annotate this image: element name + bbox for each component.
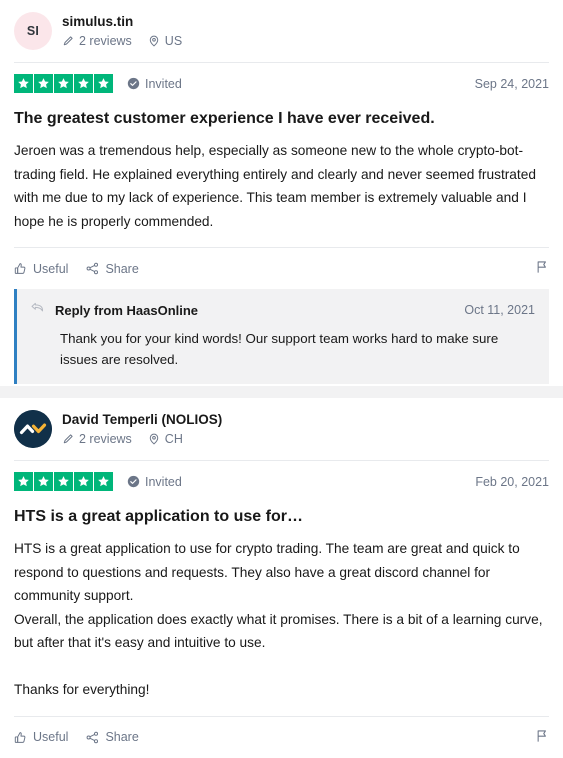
rating-row: Invited Sep 24, 2021 bbox=[14, 62, 549, 95]
useful-label: Useful bbox=[33, 261, 69, 276]
reviews-count-label: 2 reviews bbox=[79, 34, 132, 48]
review-card: SI simulus.tin 2 reviews US Invited Sep … bbox=[0, 0, 563, 384]
review-text: Jeroen was a tremendous help, especially… bbox=[14, 143, 536, 229]
pencil-icon bbox=[62, 35, 79, 47]
review-date: Feb 20, 2021 bbox=[475, 474, 549, 489]
avatar: SI bbox=[14, 12, 52, 50]
consumer-info: David Temperli (NOLIOS) 2 reviews CH bbox=[62, 411, 222, 447]
verification-badge: Invited bbox=[127, 475, 182, 489]
star-filled bbox=[14, 74, 33, 93]
reviews-count: 2 reviews bbox=[62, 33, 132, 49]
useful-button[interactable]: Useful bbox=[14, 730, 68, 744]
reply-header: Reply from HaasOnline Oct 11, 2021 bbox=[31, 301, 535, 319]
share-button[interactable]: Share bbox=[86, 730, 139, 744]
star-filled bbox=[14, 472, 33, 491]
review-card: David Temperli (NOLIOS) 2 reviews CH Inv… bbox=[0, 398, 563, 758]
star-rating bbox=[14, 74, 113, 93]
star-filled bbox=[34, 472, 53, 491]
star-filled bbox=[34, 74, 53, 93]
verified-check-icon bbox=[127, 77, 145, 90]
star-filled bbox=[74, 472, 93, 491]
consumer-meta: 2 reviews CH bbox=[62, 431, 222, 447]
share-label: Share bbox=[105, 261, 139, 276]
pencil-icon bbox=[62, 433, 79, 445]
review-actions: Useful Share bbox=[14, 247, 549, 289]
star-filled bbox=[94, 472, 113, 491]
location: CH bbox=[148, 431, 183, 447]
thumbs-up-icon bbox=[14, 731, 33, 744]
verification-label: Invited bbox=[145, 76, 182, 91]
consumer-info: simulus.tin 2 reviews US bbox=[62, 13, 182, 49]
review-date: Sep 24, 2021 bbox=[474, 76, 549, 91]
reviews-count: 2 reviews bbox=[62, 431, 132, 447]
star-filled bbox=[54, 472, 73, 491]
consumer-name: simulus.tin bbox=[62, 14, 134, 29]
location: US bbox=[148, 33, 182, 49]
review-title[interactable]: The greatest customer experience I have … bbox=[14, 108, 549, 129]
avatar bbox=[14, 410, 52, 448]
consumer-meta: 2 reviews US bbox=[62, 33, 182, 49]
reply-arrow-icon bbox=[31, 301, 46, 319]
review-title[interactable]: HTS is a great application to use for… bbox=[14, 506, 549, 527]
review-actions: Useful Share bbox=[14, 715, 549, 758]
reply-text: Thank you for your kind words! Our suppo… bbox=[60, 331, 499, 367]
rating-row: Invited Feb 20, 2021 bbox=[14, 460, 549, 493]
report-button[interactable] bbox=[535, 260, 549, 277]
reviews-list: SI simulus.tin 2 reviews US Invited Sep … bbox=[0, 0, 563, 758]
reply-date: Oct 11, 2021 bbox=[464, 303, 535, 317]
star-filled bbox=[74, 74, 93, 93]
consumer-name: David Temperli (NOLIOS) bbox=[62, 412, 223, 427]
reply-title: Reply from HaasOnline bbox=[55, 302, 199, 318]
useful-button[interactable]: Useful bbox=[14, 262, 68, 276]
avatar-initials: SI bbox=[26, 24, 40, 38]
verification-label: Invited bbox=[145, 474, 182, 489]
star-filled bbox=[54, 74, 73, 93]
company-logo-icon bbox=[14, 410, 52, 448]
location-pin-icon bbox=[148, 433, 165, 445]
flag-icon bbox=[535, 729, 549, 746]
share-icon bbox=[86, 262, 105, 275]
reviews-count-label: 2 reviews bbox=[79, 432, 132, 446]
verified-check-icon bbox=[127, 475, 145, 488]
verification-badge: Invited bbox=[127, 77, 182, 91]
location-label: CH bbox=[164, 432, 183, 446]
thumbs-up-icon bbox=[14, 262, 33, 275]
share-icon bbox=[86, 731, 105, 744]
review-text: HTS is a great application to use for cr… bbox=[14, 541, 543, 697]
report-button[interactable] bbox=[535, 729, 549, 746]
share-label: Share bbox=[105, 730, 139, 744]
star-filled bbox=[94, 74, 113, 93]
share-button[interactable]: Share bbox=[86, 261, 139, 276]
consumer-header[interactable]: SI simulus.tin 2 reviews US bbox=[14, 0, 549, 62]
flag-icon bbox=[535, 260, 549, 277]
business-reply: Reply from HaasOnline Oct 11, 2021 Thank… bbox=[14, 289, 549, 384]
card-separator bbox=[0, 386, 563, 398]
location-pin-icon bbox=[148, 35, 165, 47]
consumer-header[interactable]: David Temperli (NOLIOS) 2 reviews CH bbox=[14, 398, 549, 460]
location-label: US bbox=[164, 34, 183, 48]
star-rating bbox=[14, 472, 113, 491]
useful-label: Useful bbox=[33, 730, 69, 744]
